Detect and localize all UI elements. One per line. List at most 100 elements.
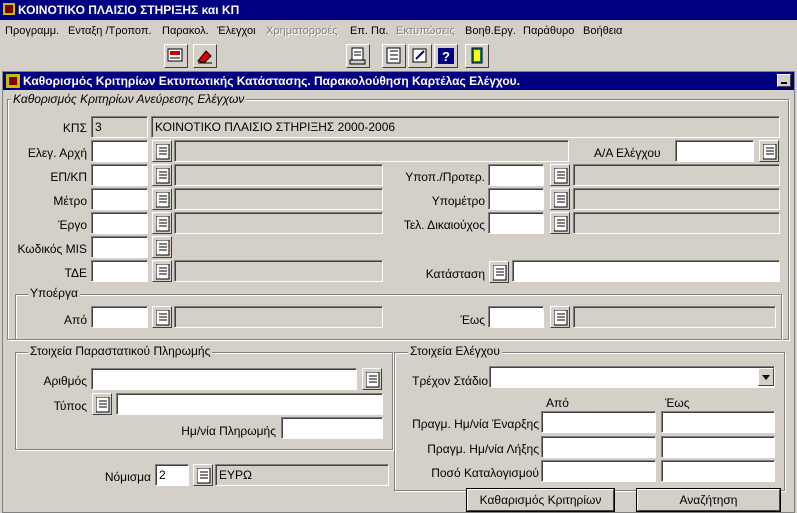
list-of-values-icon (156, 216, 170, 232)
metro-lov-button[interactable] (152, 188, 172, 210)
tde-lov-button[interactable] (152, 260, 172, 282)
ypoerga-apo-description (174, 306, 383, 328)
ypometro-description (573, 188, 780, 210)
control-title: Στοιχεία Ελέγχου (408, 344, 502, 358)
control-end-from-input[interactable] (541, 436, 656, 458)
control-stage-select[interactable] (489, 366, 775, 388)
menu-voitheia[interactable]: Βοήθεια (583, 25, 622, 37)
ypop-input[interactable] (488, 164, 544, 186)
ypoerga-eos-lov-button[interactable] (550, 306, 570, 328)
control-amount-to-input[interactable] (661, 460, 775, 482)
ypoerga-eos-input[interactable] (488, 306, 544, 328)
tde-input[interactable] (91, 260, 148, 282)
ergo-input[interactable] (91, 212, 148, 234)
elegx-arxi-input[interactable] (91, 140, 148, 162)
list-of-values-icon (493, 265, 507, 281)
ypop-description (573, 164, 780, 186)
katastasi-input[interactable] (512, 260, 780, 282)
tel-dikaiouxos-lov-button[interactable] (550, 212, 570, 234)
tel-dikaiouxos-description (573, 212, 780, 234)
list-of-values-icon (197, 468, 211, 484)
list-of-values-icon (366, 372, 380, 388)
tde-description (174, 260, 383, 282)
menu-parathyro[interactable]: Παράθυρο (523, 25, 574, 37)
eraser-icon (197, 50, 212, 64)
control-end-to-input[interactable] (661, 436, 775, 458)
kps-description-field: ΚΟΙΝΟΤΙΚΟ ΠΛΑΙΣΙΟ ΣΤΗΡΙΞΗΣ 2000-2006 (151, 116, 780, 138)
list-of-values-icon (554, 310, 568, 326)
menu-parakol[interactable]: Παρακολ. (162, 25, 209, 37)
kodikos-mis-label: Κωδικός MIS (17, 242, 87, 256)
metro-input[interactable] (91, 188, 148, 210)
kodikos-mis-input[interactable] (91, 236, 148, 258)
ergo-lov-button[interactable] (152, 212, 172, 234)
payment-title: Στοιχεία Παραστατικού Πληρωμής (28, 344, 213, 358)
search-button[interactable]: Αναζήτηση (637, 489, 780, 511)
document-icon (349, 47, 366, 65)
stage-dropdown-arrow-icon[interactable] (758, 368, 774, 386)
list-toolbar-button[interactable] (382, 44, 406, 68)
ypop-lov-button[interactable] (550, 164, 570, 186)
control-amount-from-input[interactable] (541, 460, 656, 482)
form-icon (6, 74, 20, 88)
aa-elegxou-lov-button[interactable] (759, 140, 779, 162)
ergo-description (174, 212, 383, 234)
metro-description (174, 188, 383, 210)
clear-toolbar-button[interactable] (193, 44, 217, 68)
menu-entaxi[interactable]: Ενταξη /Τροποπ. (68, 25, 152, 37)
elegx-arxi-lov-button[interactable] (152, 140, 172, 162)
menu-voith-erg[interactable]: Βοηθ.Εργ. (465, 25, 516, 37)
kodikos-mis-lov-button[interactable] (152, 236, 172, 258)
edit-toolbar-button[interactable] (408, 44, 432, 68)
ypoerga-apo-input[interactable] (91, 306, 148, 328)
ypometro-lov-button[interactable] (550, 188, 570, 210)
tel-dikaiouxos-input[interactable] (488, 212, 544, 234)
aa-elegxou-input[interactable] (675, 140, 754, 162)
ypometro-input[interactable] (488, 188, 544, 210)
ep-kp-input[interactable] (91, 164, 148, 186)
kps-label: ΚΠΣ (62, 121, 87, 135)
criteria-group-title: Καθορισμός Κριτηρίων Ανεύρεσης Ελέγχων (11, 92, 247, 106)
menu-elegxoi[interactable]: Έλεγχοι (217, 25, 256, 37)
currency-lov-button[interactable] (193, 464, 213, 486)
payment-date-input[interactable] (281, 417, 383, 439)
menu-xrimatorroes: Χρηματορροές (266, 25, 338, 37)
list-of-values-icon (156, 310, 170, 326)
help-icon: ? (438, 48, 454, 64)
payment-arithmos-lov-button[interactable] (362, 368, 382, 390)
katastasi-lov-button[interactable] (489, 261, 509, 283)
control-start-to-input[interactable] (661, 411, 775, 433)
currency-label: Νόμισμα (104, 470, 151, 484)
print-toolbar-button[interactable] (346, 44, 370, 68)
save-toolbar-button[interactable] (164, 44, 188, 68)
control-start-from-input[interactable] (541, 411, 656, 433)
payment-typos-input[interactable] (116, 393, 383, 415)
metro-label: Μέτρο (53, 194, 87, 208)
menu-ep-pa[interactable]: Επ. Πα. (350, 25, 388, 37)
payment-arithmos-input[interactable] (91, 368, 357, 390)
edit-icon (412, 48, 427, 63)
currency-code-input[interactable]: 2 (155, 464, 189, 486)
ypoerga-apo-lov-button[interactable] (152, 306, 172, 328)
ergo-label: Έργο (58, 218, 87, 232)
exit-door-icon (471, 47, 483, 64)
list-of-values-icon (156, 168, 170, 184)
payment-typos-lov-button[interactable] (92, 393, 112, 415)
app-title-bar: ΚΟΙΝΟΤΙΚΟ ΠΛΑΙΣΙΟ ΣΤΗΡΙΞΗΣ και ΚΠ (0, 0, 797, 20)
list-of-values-icon (554, 168, 568, 184)
ypoerga-eos-label: Έως (460, 313, 485, 327)
clear-criteria-button[interactable]: Καθαρισμός Κριτηρίων (467, 489, 614, 511)
kps-code-field: 3 (91, 116, 148, 138)
form-title: Καθορισμός Κριτηρίων Εκτυπωτικής Κατάστα… (23, 74, 520, 88)
app-title: ΚΟΙΝΟΤΙΚΟ ΠΛΑΙΣΙΟ ΣΤΗΡΙΞΗΣ και ΚΠ (18, 3, 240, 17)
list-of-values-icon (554, 192, 568, 208)
ep-kp-description (174, 164, 383, 186)
control-eos-header: Έως (665, 396, 690, 410)
ypoerga-apo-label: Από (64, 313, 87, 327)
ypoerga-title: Υποέργα (28, 286, 80, 300)
ep-kp-lov-button[interactable] (152, 164, 172, 186)
help-toolbar-button[interactable]: ? (434, 44, 458, 68)
exit-toolbar-button[interactable] (465, 44, 489, 68)
minimize-button[interactable] (777, 74, 791, 87)
menu-programm[interactable]: Προγραμμ. (5, 25, 59, 37)
